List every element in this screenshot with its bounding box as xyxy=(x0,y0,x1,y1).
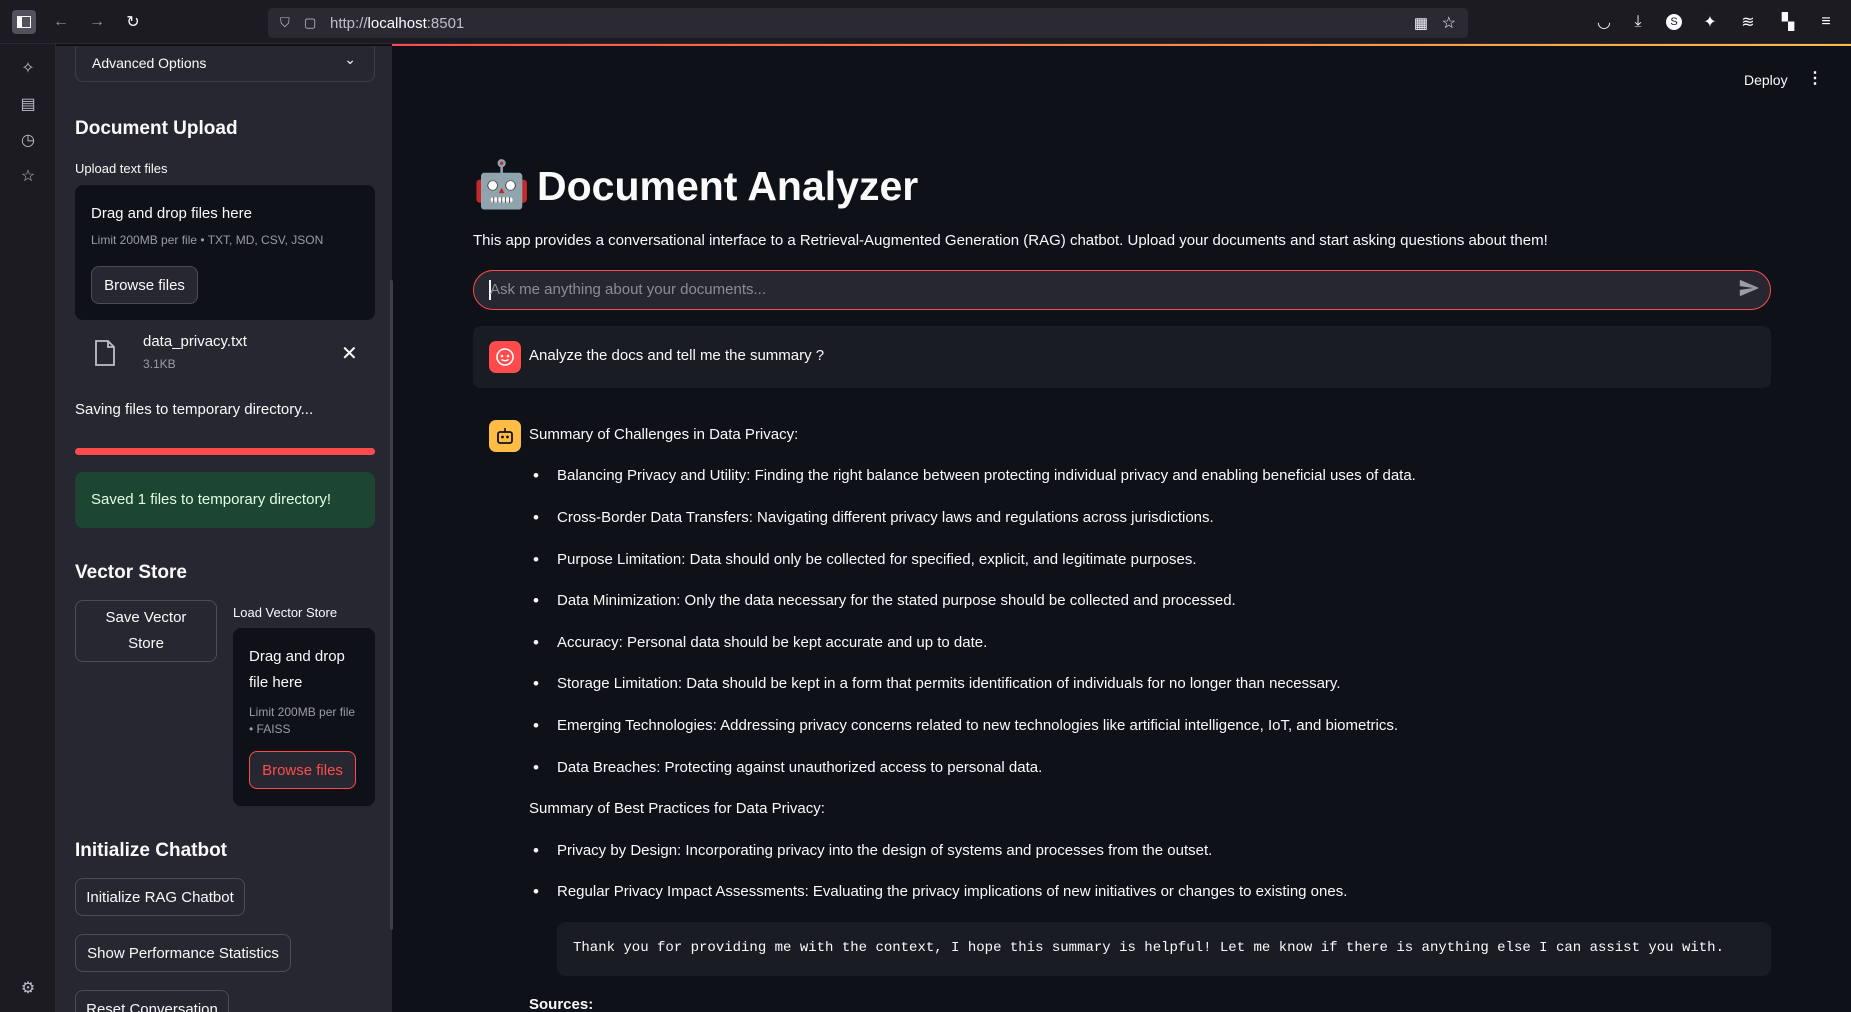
synced-tabs-icon[interactable]: ▤ xyxy=(18,94,38,114)
challenge-item: Data Minimization: Only the data necessa… xyxy=(533,591,1236,611)
vector-browse-files-button[interactable]: Browse files xyxy=(249,751,356,789)
save-progress-fill xyxy=(75,448,375,455)
back-icon[interactable]: ← xyxy=(49,10,73,34)
chevron-down-icon: ⌄ xyxy=(344,51,356,67)
browser-toolbar: ← → ↻ ⛉ ▢ http://localhost:8501 ▦ ☆ ◡ ⤓ … xyxy=(0,0,1851,44)
show-performance-statistics-button[interactable]: Show Performance Statistics xyxy=(75,934,291,972)
practice-item: Regular Privacy Impact Assessments: Eval… xyxy=(533,882,1347,902)
remove-file-close-icon[interactable]: ✕ xyxy=(341,341,358,366)
file-icon xyxy=(94,340,116,373)
vector-store-heading: Vector Store xyxy=(75,562,187,583)
shield-icon: ⛉ xyxy=(280,15,290,30)
page-info-icon: ▢ xyxy=(304,15,317,30)
app-description: This app provides a conversational inter… xyxy=(473,232,1548,249)
file-dropzone[interactable]: Drag and drop files here Limit 200MB per… xyxy=(75,185,375,320)
vector-dropzone[interactable]: Drag and drop file here Limit 200MB per … xyxy=(233,628,375,806)
url-bar[interactable]: ⛉ ▢ http://localhost:8501 ▦ ☆ xyxy=(268,8,1468,38)
challenge-item: Data Breaches: Protecting against unauth… xyxy=(533,758,1042,778)
reload-icon[interactable]: ↻ xyxy=(121,10,145,34)
browse-files-button[interactable]: Browse files xyxy=(91,266,198,304)
load-vector-store-label: Load Vector Store xyxy=(233,605,338,620)
account-icon[interactable]: S xyxy=(1662,10,1686,34)
settings-gear-icon[interactable]: ⚙ xyxy=(18,978,38,998)
bookmarks-icon[interactable]: ☆ xyxy=(18,166,38,186)
save-progress-track xyxy=(75,448,375,455)
practice-item: Privacy by Design: Incorporating privacy… xyxy=(533,841,1212,861)
challenge-item: Balancing Privacy and Utility: Finding t… xyxy=(533,466,1416,486)
assistant-avatar-icon xyxy=(489,420,521,452)
save-vector-store-button[interactable]: Save Vector Store xyxy=(75,600,217,662)
challenge-item: Storage Limitation: Data should be kept … xyxy=(533,674,1340,694)
bookmark-star-icon[interactable]: ☆ xyxy=(1442,13,1456,33)
more-options-icon[interactable]: ⋮ xyxy=(1807,68,1823,88)
user-message-text: Analyze the docs and tell me the summary… xyxy=(529,347,825,364)
extension-wave-icon[interactable]: ≋ xyxy=(1736,10,1760,34)
upload-label: Upload text files xyxy=(75,161,168,176)
challenge-item: Cross-Border Data Transfers: Navigating … xyxy=(533,508,1214,528)
downloads-icon[interactable]: ⤓ xyxy=(1626,10,1650,34)
sources-label: Sources: xyxy=(529,996,594,1012)
apps-grid-icon[interactable]: ▚ xyxy=(1776,10,1800,34)
app-sidebar: Advanced Options ⌄ Document Upload Uploa… xyxy=(56,46,392,1012)
pocket-icon[interactable]: ◡ xyxy=(1592,10,1616,34)
chat-input[interactable]: Ask me anything about your documents... xyxy=(473,270,1771,310)
assistant-heading-practices: Summary of Best Practices for Data Priva… xyxy=(529,800,825,817)
forward-icon[interactable]: → xyxy=(85,10,109,34)
dropzone-limit: Limit 200MB per file • TXT, MD, CSV, JSO… xyxy=(91,233,324,247)
reset-conversation-button[interactable]: Reset Conversation xyxy=(75,990,229,1012)
uploaded-file-name: data_privacy.txt xyxy=(143,333,247,350)
url-text: http://localhost:8501 xyxy=(330,15,465,32)
user-avatar-icon xyxy=(489,341,521,373)
assistant-heading-challenges: Summary of Challenges in Data Privacy: xyxy=(529,426,799,443)
history-icon[interactable]: ◷ xyxy=(18,130,38,150)
main-content: Deploy ⋮ 🤖 Document Analyzer This app pr… xyxy=(393,46,1851,1012)
challenge-item: Accuracy: Personal data should be kept a… xyxy=(533,633,987,653)
extensions-icon[interactable]: ✦ xyxy=(1698,10,1722,34)
code-block: Thank you for providing me with the cont… xyxy=(557,922,1771,976)
expander-label: Advanced Options xyxy=(92,55,207,71)
user-message: Analyze the docs and tell me the summary… xyxy=(473,326,1771,388)
challenge-item: Emerging Technologies: Addressing privac… xyxy=(533,716,1398,736)
deploy-button[interactable]: Deploy xyxy=(1744,72,1788,88)
success-alert: Saved 1 files to temporary directory! xyxy=(75,472,375,528)
chat-input-placeholder: Ask me anything about your documents... xyxy=(490,281,766,298)
challenge-item: Purpose Limitation: Data should only be … xyxy=(533,550,1197,570)
sidebar-toggle-icon[interactable] xyxy=(12,10,36,34)
initialize-rag-chatbot-button[interactable]: Initialize RAG Chatbot xyxy=(75,878,245,916)
browser-side-strip: ✧ ▤ ◷ ☆ ⚙ xyxy=(0,44,56,1012)
robot-emoji-icon: 🤖 xyxy=(473,158,531,210)
menu-icon[interactable]: ≡ xyxy=(1814,10,1838,34)
qr-code-icon[interactable]: ▦ xyxy=(1414,14,1428,32)
dropzone-text: Drag and drop files here xyxy=(91,205,252,222)
vector-dropzone-limit: Limit 200MB per file • FAISS xyxy=(249,705,356,736)
advanced-options-expander[interactable]: Advanced Options ⌄ xyxy=(75,46,375,82)
send-icon[interactable] xyxy=(1738,277,1760,305)
ai-chatbot-icon[interactable]: ✧ xyxy=(18,58,38,78)
vector-dropzone-text: Drag and drop file here xyxy=(249,648,345,691)
page-title: Document Analyzer xyxy=(537,163,919,209)
success-alert-text: Saved 1 files to temporary directory! xyxy=(91,491,332,508)
saving-status-text: Saving files to temporary directory... xyxy=(75,401,314,418)
initialize-chatbot-heading: Initialize Chatbot xyxy=(75,840,227,861)
document-upload-heading: Document Upload xyxy=(75,118,238,139)
uploaded-file-size: 3.1KB xyxy=(143,357,176,371)
